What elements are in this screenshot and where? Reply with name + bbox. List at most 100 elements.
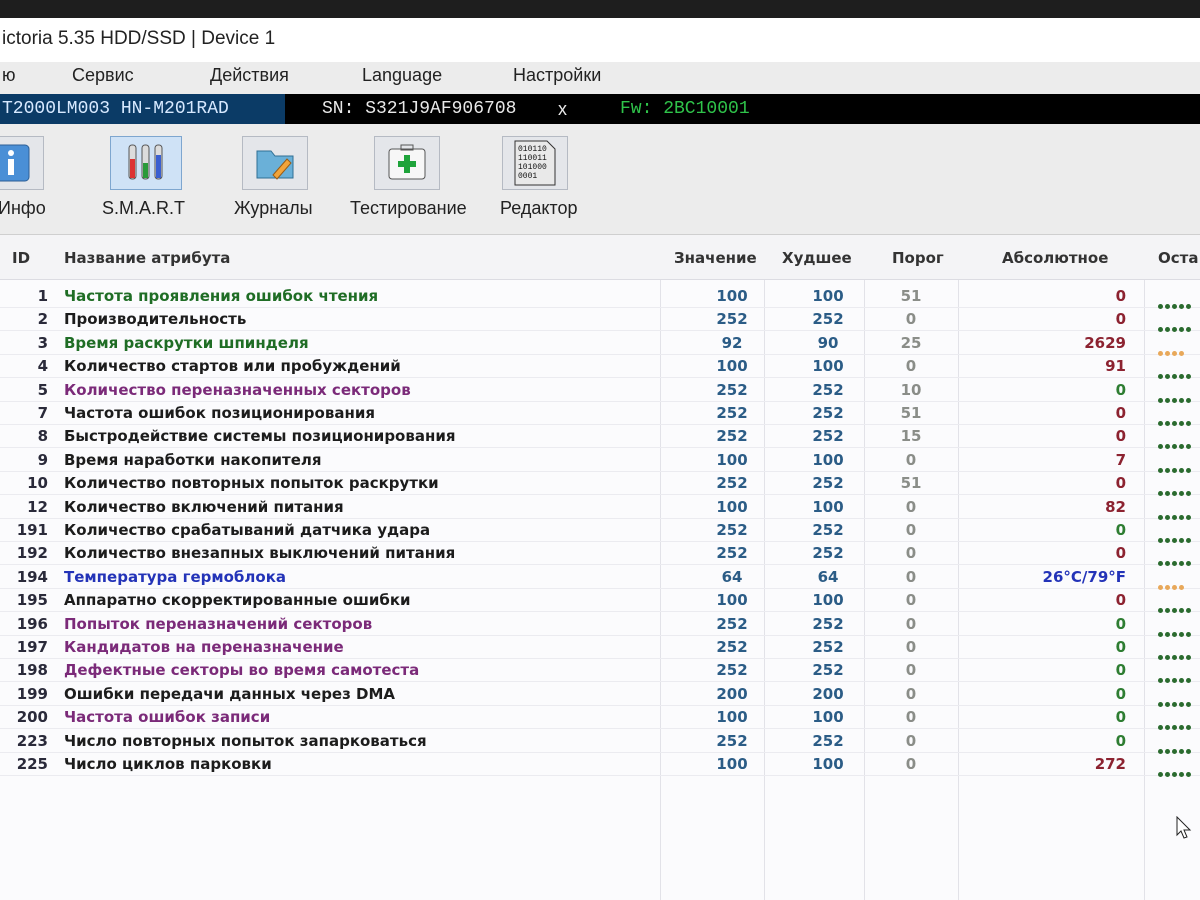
health-indicator [1158, 575, 1186, 590]
attribute-absolute: 0 [1115, 287, 1126, 305]
health-dot [1165, 772, 1170, 777]
table-row[interactable]: 196 Попыток переназначений секторов 252 252… [0, 613, 1200, 637]
health-indicator [1158, 364, 1193, 380]
attribute-name: Число циклов парковки [64, 755, 272, 773]
attribute-value: 100 [716, 497, 748, 516]
health-dot [1179, 772, 1184, 777]
health-dot [1186, 772, 1191, 777]
smart-label: S.M.A.R.T [102, 198, 186, 218]
table-row[interactable]: 194 Температура гермоблока 64 64 0 26°C/79°F [0, 566, 1200, 590]
table-row[interactable]: 9 Время наработки накопителя 100 100 0 7 [0, 449, 1200, 473]
attribute-absolute: 0 [1115, 380, 1126, 399]
table-row[interactable]: 8 Быстродействие системы позиционирования… [0, 425, 1200, 450]
attribute-name: Количество повторных попыток раскрутки [64, 474, 439, 493]
menu-item-language[interactable]: Language [362, 65, 442, 86]
menu-item-actions[interactable]: Действия [210, 65, 289, 86]
column-header-worst[interactable]: Худшее [782, 249, 852, 267]
testing-button[interactable]: Тестирование [348, 132, 478, 228]
attribute-threshold: 0 [905, 591, 917, 610]
attribute-worst: 100 [812, 450, 844, 469]
info-button[interactable]: Инфо [0, 132, 60, 228]
smart-button[interactable]: S.M.A.R.T [102, 132, 192, 228]
table-row[interactable]: 199 Ошибки передачи данных через DMA 200 20… [0, 683, 1200, 707]
column-header-remaining[interactable]: Оста [1158, 249, 1198, 267]
column-header-threshold[interactable]: Порог [892, 249, 944, 267]
table-row[interactable]: 4 Количество стартов или пробуждений 100 10… [0, 355, 1200, 380]
attribute-value: 92 [721, 333, 743, 352]
attribute-absolute: 0 [1115, 544, 1126, 563]
column-header-id[interactable]: ID [12, 249, 30, 267]
close-device-button[interactable]: x [558, 94, 567, 124]
column-header-value[interactable]: Значение [674, 249, 757, 267]
table-row[interactable]: 10 Количество повторных попыток раскрутки… [0, 472, 1200, 497]
table-header: ID Название атрибута Значение Худшее Пор… [0, 235, 1200, 280]
health-indicator [1158, 715, 1193, 731]
device-model[interactable]: T2000LM003 HN-M201RAD [0, 94, 285, 124]
attribute-value: 64 [721, 567, 743, 586]
journals-button[interactable]: Журналы [234, 132, 324, 228]
attribute-id: 191 [16, 521, 48, 539]
svg-text:0001: 0001 [518, 172, 537, 181]
attribute-name: Частота проявления ошибок чтения [64, 287, 379, 305]
attribute-value: 252 [716, 380, 748, 399]
attribute-threshold: 51 [900, 287, 922, 305]
attribute-id: 200 [16, 708, 48, 727]
table-row[interactable]: 1 Частота проявления ошибок чтения 100 100 5… [0, 285, 1200, 309]
editor-button[interactable]: 010110 110011 101000 0001 Редактор [496, 132, 586, 228]
attribute-name: Время раскрутки шпинделя [64, 333, 309, 352]
info-icon [0, 136, 44, 190]
attribute-absolute: 0 [1115, 684, 1126, 703]
editor-label: Редактор [500, 198, 578, 218]
table-row[interactable]: 200 Частота ошибок записи 100 100 0 0 [0, 706, 1200, 731]
attribute-absolute: 0 [1115, 310, 1126, 329]
column-header-absolute[interactable]: Абсолютное [1002, 249, 1108, 267]
attribute-absolute: 0 [1115, 591, 1126, 610]
attribute-id: 198 [16, 661, 48, 680]
health-indicator [1158, 411, 1193, 426]
attribute-name: Количество срабатываний датчика удара [64, 521, 431, 539]
menu-item-settings[interactable]: Настройки [513, 65, 601, 86]
folder-pen-icon [242, 136, 308, 190]
table-row[interactable]: 5 Количество переназначенных секторов 252 2… [0, 379, 1200, 403]
table-row[interactable]: 223 Число повторных попыток запарковаться… [0, 730, 1200, 754]
column-header-name[interactable]: Название атрибута [64, 249, 230, 267]
table-row[interactable]: 225 Число циклов парковки 100 100 0 272 [0, 753, 1200, 777]
first-aid-kit-icon [374, 136, 440, 190]
table-row[interactable]: 198 Дефектные секторы во время самотеста 2… [0, 659, 1200, 684]
attribute-absolute: 0 [1115, 474, 1126, 493]
attribute-value: 100 [716, 755, 748, 773]
attribute-name: Дефектные секторы во время самотеста [64, 661, 420, 680]
health-indicator [1158, 341, 1186, 356]
table-row[interactable]: 197 Кандидатов на переназначение 252 252 0 0 [0, 636, 1200, 660]
attribute-absolute: 0 [1115, 661, 1126, 680]
attribute-name: Количество включений питания [64, 497, 344, 516]
attribute-id: 225 [16, 755, 48, 773]
menu-item-file[interactable]: ю [2, 65, 16, 86]
attribute-threshold: 0 [905, 310, 917, 329]
attribute-name: Ошибки передачи данных через DMA [64, 684, 396, 703]
device-bar: T2000LM003 HN-M201RAD SN: S321J9AF906708… [0, 94, 1200, 124]
attribute-threshold: 10 [900, 380, 922, 399]
attribute-id: 195 [16, 591, 48, 610]
journals-label: Журналы [234, 198, 313, 218]
table-row[interactable]: 192 Количество внезапных выключений питан… [0, 542, 1200, 567]
attribute-absolute: 7 [1115, 450, 1126, 469]
attribute-id: 197 [16, 638, 48, 656]
table-row[interactable]: 191 Количество срабатываний датчика удара… [0, 519, 1200, 543]
attribute-worst: 200 [812, 684, 844, 703]
table-row[interactable]: 3 Время раскрутки шпинделя 92 90 25 2629 [0, 332, 1200, 356]
attribute-value: 252 [716, 544, 748, 563]
attribute-name: Частота ошибок записи [64, 708, 271, 727]
menu-item-service[interactable]: Сервис [72, 65, 134, 86]
health-indicator [1158, 645, 1193, 660]
attribute-value: 252 [716, 474, 748, 493]
table-row[interactable]: 7 Частота ошибок позиционирования 252 252 51… [0, 402, 1200, 426]
attribute-threshold: 0 [905, 497, 917, 516]
svg-text:101000: 101000 [518, 163, 547, 172]
table-row[interactable]: 12 Количество включений питания 100 100 0 82 [0, 496, 1200, 520]
attribute-threshold: 0 [905, 521, 917, 539]
health-indicator [1158, 505, 1193, 520]
health-indicator [1158, 317, 1193, 333]
table-row[interactable]: 2 Производительность 252 252 0 0 [0, 308, 1200, 333]
table-row[interactable]: 195 Аппаратно скорректированные ошибки 100… [0, 589, 1200, 614]
